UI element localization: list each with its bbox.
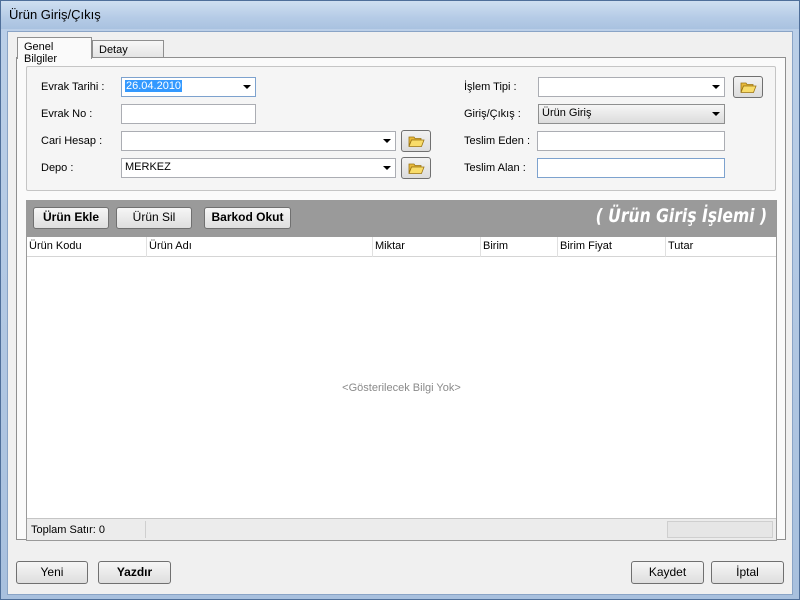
- cari-hesap-combo[interactable]: [121, 131, 396, 151]
- column-header[interactable]: Tutar: [666, 237, 776, 257]
- folder-open-icon: [740, 82, 757, 93]
- title-bar[interactable]: Ürün Giriş/Çıkış: [1, 1, 799, 29]
- column-header[interactable]: Miktar: [373, 237, 481, 257]
- evrak-tarihi-label: Evrak Tarihi :: [41, 81, 105, 93]
- islem-tipi-label: İşlem Tipi :: [464, 81, 517, 93]
- teslim-alan-label: Teslim Alan :: [464, 162, 526, 174]
- column-header[interactable]: Birim: [481, 237, 558, 257]
- tab-label: Genel Bilgiler: [24, 41, 58, 65]
- teslim-eden-label: Teslim Eden :: [464, 135, 531, 147]
- urun-ekle-button[interactable]: Ürün Ekle: [33, 207, 109, 229]
- cari-hesap-browse-button[interactable]: [401, 130, 431, 152]
- window-client-area: Genel Bilgiler Detay Bilgiler Evrak Tari…: [7, 31, 793, 595]
- giris-cikis-label: Giriş/Çıkış :: [464, 108, 521, 120]
- grid-footer: Toplam Satır: 0: [27, 518, 776, 540]
- evrak-tarihi-value: 26.04.2010: [125, 80, 183, 92]
- footer-divider: [145, 521, 146, 538]
- teslim-alan-input[interactable]: [537, 158, 725, 178]
- products-grid[interactable]: Ürün Kodu Ürün Adı Miktar Birim Birim Fi…: [26, 236, 777, 541]
- depo-browse-button[interactable]: [401, 157, 431, 179]
- depo-combo[interactable]: MERKEZ: [121, 158, 396, 178]
- islem-tipi-combo[interactable]: [538, 77, 725, 97]
- tab-detay-bilgiler[interactable]: Detay Bilgiler: [92, 40, 164, 68]
- evrak-no-label: Evrak No :: [41, 108, 93, 120]
- chevron-down-icon[interactable]: [383, 166, 391, 170]
- folder-open-icon: [408, 163, 425, 174]
- column-header[interactable]: Ürün Adı: [147, 237, 373, 257]
- app-window: Ürün Giriş/Çıkış Genel Bilgiler Detay Bi…: [0, 0, 800, 600]
- urun-sil-button[interactable]: Ürün Sil: [116, 207, 192, 229]
- print-button[interactable]: Yazdır: [98, 561, 171, 584]
- islem-tipi-browse-button[interactable]: [733, 76, 763, 98]
- evrak-no-input[interactable]: [121, 104, 256, 124]
- depo-label: Depo :: [41, 162, 74, 174]
- grid-toolbar: Ürün Ekle Ürün Sil Barkod Okut ( Ürün Gi…: [26, 200, 777, 236]
- giris-cikis-value: Ürün Giriş: [542, 107, 592, 119]
- window-title: Ürün Giriş/Çıkış: [9, 7, 101, 22]
- form-group: Evrak Tarihi : 26.04.2010 Evrak No : Car…: [26, 66, 776, 191]
- new-button[interactable]: Yeni: [16, 561, 88, 584]
- depo-value: MERKEZ: [125, 161, 171, 173]
- teslim-eden-input[interactable]: [537, 131, 725, 151]
- barkod-okut-button[interactable]: Barkod Okut: [204, 207, 291, 229]
- total-rows-label: Toplam Satır: 0: [31, 524, 105, 536]
- cancel-button[interactable]: İptal: [711, 561, 784, 584]
- chevron-down-icon[interactable]: [243, 85, 251, 89]
- column-header[interactable]: Birim Fiyat: [558, 237, 666, 257]
- evrak-tarihi-datepicker[interactable]: 26.04.2010: [121, 77, 256, 97]
- folder-open-icon: [408, 136, 425, 147]
- chevron-down-icon[interactable]: [712, 85, 720, 89]
- operation-banner: ( Ürün Giriş İşlemi ): [595, 205, 767, 227]
- footer-total-cell: [667, 521, 773, 538]
- chevron-down-icon[interactable]: [712, 112, 720, 116]
- column-header[interactable]: Ürün Kodu: [27, 237, 147, 257]
- giris-cikis-combo[interactable]: Ürün Giriş: [538, 104, 725, 124]
- save-button[interactable]: Kaydet: [631, 561, 704, 584]
- cari-hesap-label: Cari Hesap :: [41, 135, 103, 147]
- empty-grid-message: <Gösterilecek Bilgi Yok>: [342, 382, 461, 394]
- tab-genel-bilgiler[interactable]: Genel Bilgiler: [17, 37, 92, 65]
- chevron-down-icon[interactable]: [383, 139, 391, 143]
- tab-panel-genel: Evrak Tarihi : 26.04.2010 Evrak No : Car…: [16, 57, 786, 541]
- grid-header: Ürün Kodu Ürün Adı Miktar Birim Birim Fi…: [27, 237, 776, 257]
